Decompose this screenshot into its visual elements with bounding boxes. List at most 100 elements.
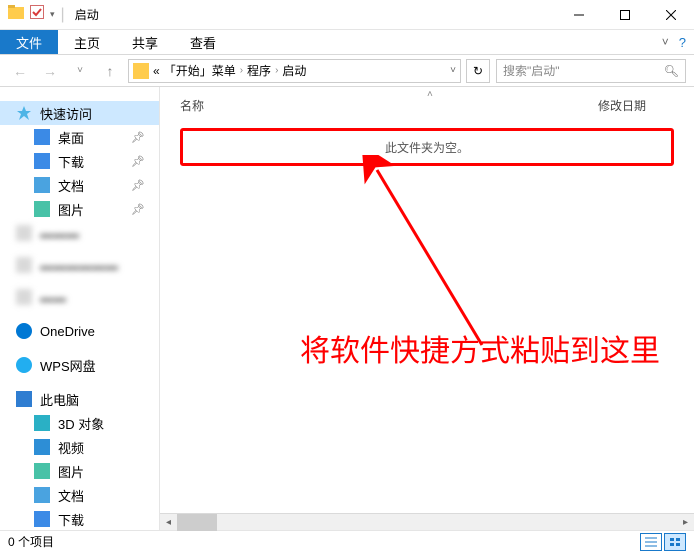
titlebar: ▾ | 启动	[0, 0, 694, 30]
sidebar-item[interactable]: 文档	[0, 483, 159, 507]
breadcrumb-part[interactable]: 「开始」菜单	[160, 62, 236, 79]
search-placeholder: 搜索"启动"	[503, 62, 560, 79]
column-headers: ˄ 名称 修改日期	[160, 87, 694, 120]
horizontal-scrollbar[interactable]: ◂ ▸	[160, 513, 694, 530]
sidebar-item[interactable]: 视频	[0, 435, 159, 459]
sidebar-item-blurred[interactable]: ▬▬	[0, 285, 159, 309]
view-details-button[interactable]	[640, 533, 662, 551]
sort-indicator-icon: ˄	[427, 89, 433, 100]
item-icon	[34, 439, 50, 455]
window-title: 启动	[65, 6, 99, 23]
sidebar-quick-access[interactable]: 快速访问	[0, 101, 159, 125]
sidebar-item-blurred[interactable]: ▬▬▬▬▬▬	[0, 245, 159, 285]
file-tab[interactable]: 文件	[0, 30, 58, 54]
folder-icon	[16, 289, 32, 305]
empty-folder-box: 此文件夹为空。	[180, 128, 674, 166]
close-button[interactable]	[648, 0, 694, 30]
empty-text: 此文件夹为空。	[385, 139, 469, 156]
sidebar-item-label: 视频	[58, 438, 84, 457]
folder-icon	[16, 225, 32, 241]
sidebar-item-label: 此电脑	[40, 390, 79, 409]
sidebar-item[interactable]: 图片	[0, 459, 159, 483]
chevron-right-icon: ›	[236, 65, 247, 76]
sidebar-item-label: 图片	[58, 200, 84, 219]
view-icons-button[interactable]	[664, 533, 686, 551]
back-button[interactable]: ←	[8, 59, 32, 83]
item-icon	[34, 463, 50, 479]
recent-dropdown[interactable]: ˅	[68, 59, 92, 83]
sidebar-item-label: 下载	[58, 510, 84, 529]
scroll-right-icon[interactable]: ▸	[677, 517, 694, 528]
minimize-button[interactable]	[556, 0, 602, 30]
navbar: ← → ˅ ↑ « 「开始」菜单 › 程序 › 启动 ˅ ↻ 搜索"启动" 🔍︎	[0, 55, 694, 87]
item-icon	[34, 153, 50, 169]
refresh-button[interactable]: ↻	[466, 59, 490, 83]
item-icon	[34, 177, 50, 193]
item-icon	[34, 129, 50, 145]
forward-button[interactable]: →	[38, 59, 62, 83]
breadcrumb-dropdown-icon[interactable]: ˅	[450, 65, 456, 76]
scroll-left-icon[interactable]: ◂	[160, 517, 177, 528]
column-modified[interactable]: 修改日期	[598, 97, 668, 114]
status-item-count: 0 个项目	[8, 533, 54, 550]
sidebar-item[interactable]: 下载	[0, 507, 159, 530]
scroll-thumb[interactable]	[177, 514, 217, 531]
sidebar-item-blurred[interactable]: ▬▬▬	[0, 221, 159, 245]
sidebar-item-label: WPS网盘	[40, 356, 96, 375]
sidebar-item-label: 快速访问	[40, 104, 92, 123]
sidebar: 快速访问 桌面 📌︎ 下载 📌︎ 文档 📌︎ 图片 📌︎ ▬▬▬ ▬▬▬▬▬▬ ▬▬ OneD…	[0, 87, 160, 530]
item-icon	[34, 487, 50, 503]
qat: ▾ |	[0, 4, 65, 25]
item-icon	[34, 415, 50, 431]
sidebar-item-label: 文档	[58, 486, 84, 505]
item-icon	[34, 511, 50, 527]
breadcrumb-part[interactable]: 程序	[247, 62, 271, 79]
sidebar-item-label: 3D 对象	[58, 414, 104, 433]
chevron-right-icon: ›	[271, 65, 282, 76]
sidebar-item[interactable]: 文档 📌︎	[0, 173, 159, 197]
annotation-text: 将软件快捷方式粘贴到这里	[300, 328, 660, 376]
star-icon	[16, 105, 32, 121]
sidebar-item[interactable]: 下载 📌︎	[0, 149, 159, 173]
sidebar-onedrive[interactable]: OneDrive	[0, 319, 159, 343]
sidebar-item[interactable]: 3D 对象	[0, 411, 159, 435]
sidebar-item-label: OneDrive	[40, 324, 95, 339]
sidebar-wps[interactable]: WPS网盘	[0, 353, 159, 377]
qat-dropdown-icon[interactable]: ▾	[50, 9, 55, 20]
cloud-icon	[16, 357, 32, 373]
pin-icon: 📌︎	[131, 179, 145, 192]
pin-icon: 📌︎	[131, 131, 145, 144]
folder-icon	[8, 4, 24, 25]
sidebar-item-label: 桌面	[58, 128, 84, 147]
sidebar-item-label: 图片	[58, 462, 84, 481]
sidebar-this-pc[interactable]: 此电脑	[0, 387, 159, 411]
pin-icon: 📌︎	[131, 155, 145, 168]
search-icon[interactable]: 🔍︎	[664, 64, 679, 78]
search-input[interactable]: 搜索"启动" 🔍︎	[496, 59, 686, 83]
up-button[interactable]: ↑	[98, 59, 122, 83]
sidebar-item[interactable]: 桌面 📌︎	[0, 125, 159, 149]
pc-icon	[16, 391, 32, 407]
item-icon	[34, 201, 50, 217]
statusbar: 0 个项目	[0, 530, 694, 552]
pin-icon: 📌︎	[131, 203, 145, 216]
folder-icon	[16, 257, 32, 273]
content-area: ˄ 名称 修改日期 此文件夹为空。 ◂ ▸	[160, 87, 694, 530]
checkbox-icon[interactable]	[30, 5, 44, 24]
column-name[interactable]: 名称	[180, 97, 598, 114]
sidebar-item-label: 下载	[58, 152, 84, 171]
breadcrumb[interactable]: « 「开始」菜单 › 程序 › 启动 ˅	[128, 59, 461, 83]
sidebar-item-label: 文档	[58, 176, 84, 195]
ribbon-tabs: 文件 主页 共享 查看 ˅ ?	[0, 30, 694, 55]
sidebar-item[interactable]: 图片 📌︎	[0, 197, 159, 221]
tab-home[interactable]: 主页	[58, 30, 116, 54]
ribbon-collapse-icon[interactable]: ˅	[662, 35, 669, 49]
breadcrumb-prefix: «	[153, 64, 160, 78]
folder-icon	[133, 63, 149, 79]
tab-view[interactable]: 查看	[174, 30, 232, 54]
onedrive-icon	[16, 323, 32, 339]
help-icon[interactable]: ?	[679, 35, 686, 50]
tab-share[interactable]: 共享	[116, 30, 174, 54]
breadcrumb-part[interactable]: 启动	[282, 62, 306, 79]
maximize-button[interactable]	[602, 0, 648, 30]
